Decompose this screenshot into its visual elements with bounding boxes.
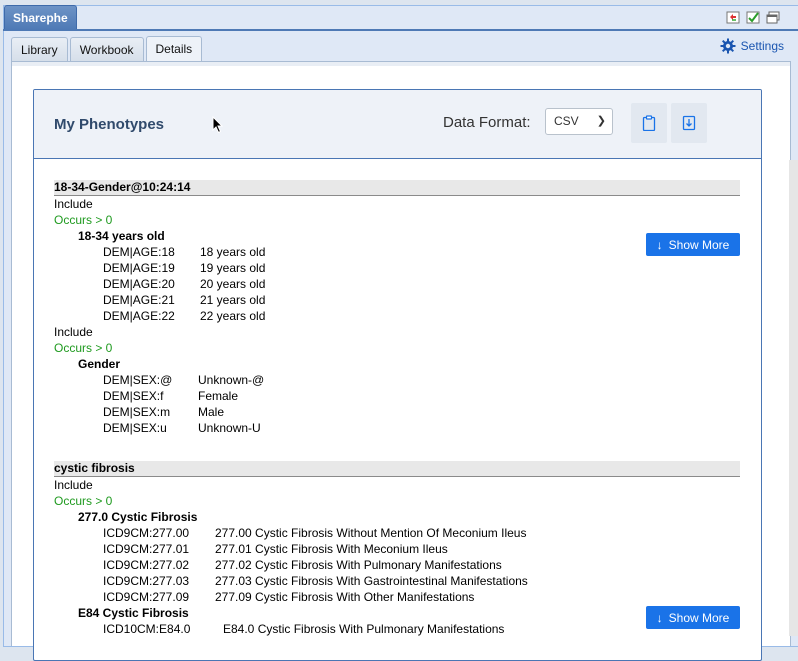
tab-workbook[interactable]: Workbook <box>69 37 144 61</box>
code-desc: E84.0 Cystic Fibrosis With Pulmonary Man… <box>223 622 505 636</box>
code-desc: 277.01 Cystic Fibrosis With Meconium Ile… <box>215 542 448 556</box>
arrow-down-icon: ↓ <box>656 237 663 252</box>
details-content: My Phenotypes Data Format: CSV ❯ 18-34-G… <box>11 66 791 661</box>
checklist-icon[interactable] <box>746 11 760 24</box>
group-name: Gender <box>78 357 121 371</box>
card-header: My Phenotypes Data Format: CSV ❯ <box>34 90 761 159</box>
download-button[interactable] <box>671 103 707 143</box>
code-desc: Female <box>198 389 239 403</box>
code-id: DEM|AGE:18 <box>103 245 175 259</box>
include-label: Include <box>54 325 93 339</box>
code-desc: 20 years old <box>200 277 266 291</box>
code-desc: 18 years old <box>200 245 266 259</box>
arrow-down-icon: ↓ <box>656 610 663 625</box>
group-name: E84 Cystic Fibrosis <box>78 606 189 620</box>
data-format-value: CSV <box>554 114 579 128</box>
code-id: DEM|SEX:f <box>103 389 164 403</box>
code-id: DEM|SEX:u <box>103 421 167 435</box>
code-desc: 21 years old <box>200 293 266 307</box>
card-title: My Phenotypes <box>54 116 165 133</box>
code-id: ICD9CM:277.02 <box>103 558 190 572</box>
group-name: 277.0 Cystic Fibrosis <box>78 510 198 524</box>
settings-label: Settings <box>740 39 784 53</box>
chevron-down-icon: ❯ <box>596 115 606 127</box>
code-id: DEM|AGE:22 <box>103 309 175 323</box>
scrollbar[interactable] <box>789 160 798 636</box>
app-tab-title[interactable]: Sharephe <box>4 5 77 30</box>
code-id: DEM|SEX:@ <box>103 373 173 387</box>
code-desc: 22 years old <box>200 309 266 323</box>
group-name: 18-34 years old <box>78 229 165 243</box>
code-id: DEM|AGE:20 <box>103 277 175 291</box>
phenotypes-card: My Phenotypes Data Format: CSV ❯ 18-34-G… <box>33 89 762 661</box>
mouse-pointer-icon <box>212 116 224 134</box>
code-desc: 277.02 Cystic Fibrosis With Pulmonary Ma… <box>215 558 502 572</box>
show-more-button[interactable]: ↓ Show More <box>646 606 740 629</box>
window-tools <box>726 11 780 24</box>
include-label: Include <box>54 478 93 492</box>
gear-icon <box>720 38 736 54</box>
code-desc: 19 years old <box>200 261 266 275</box>
code-id: DEM|SEX:m <box>103 405 171 419</box>
show-more-label: Show More <box>668 610 730 625</box>
include-label: Include <box>54 197 93 211</box>
clipboard-icon <box>642 115 656 131</box>
code-id: DEM|AGE:21 <box>103 293 175 307</box>
code-desc: Unknown-U <box>198 421 261 435</box>
code-desc: Unknown-@ <box>198 373 265 387</box>
tab-library[interactable]: Library <box>11 37 68 61</box>
code-desc: Male <box>198 405 225 419</box>
code-id: ICD9CM:277.03 <box>103 574 190 588</box>
code-id: ICD10CM:E84.0 <box>103 622 191 636</box>
code-id: ICD9CM:277.09 <box>103 590 190 604</box>
occurs-label: Occurs > 0 <box>54 213 113 227</box>
tab-bar: Library Workbook Details <box>11 36 203 62</box>
show-more-label: Show More <box>668 237 730 252</box>
code-desc: 277.03 Cystic Fibrosis With Gastrointest… <box>215 574 528 588</box>
occurs-label: Occurs > 0 <box>54 341 113 355</box>
code-desc: 277.00 Cystic Fibrosis Without Mention O… <box>215 526 527 540</box>
copy-clipboard-button[interactable] <box>631 103 667 143</box>
data-format-label: Data Format: <box>443 114 531 131</box>
phenotype-title: cystic fibrosis <box>54 461 740 477</box>
code-id: DEM|AGE:19 <box>103 261 175 275</box>
maximize-icon[interactable] <box>766 11 780 24</box>
main-panel: Library Workbook Details Settings My Phe <box>3 31 798 661</box>
occurs-label: Occurs > 0 <box>54 494 113 508</box>
settings-link[interactable]: Settings <box>720 38 784 54</box>
data-format-select[interactable]: CSV ❯ <box>545 108 613 135</box>
download-icon <box>682 115 696 131</box>
code-id: ICD9CM:277.01 <box>103 542 190 556</box>
tab-details[interactable]: Details <box>145 36 203 62</box>
refresh-icon[interactable] <box>726 11 740 24</box>
code-id: ICD9CM:277.00 <box>103 526 190 540</box>
show-more-button[interactable]: ↓ Show More <box>646 233 740 256</box>
phenotype-title: 18-34-Gender@10:24:14 <box>54 180 740 196</box>
code-desc: 277.09 Cystic Fibrosis With Other Manife… <box>215 590 475 604</box>
